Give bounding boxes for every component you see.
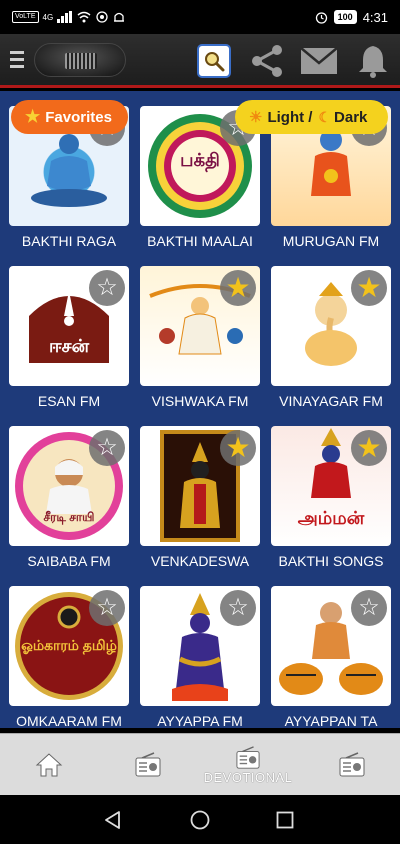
station-image: ஓம்காரம் தமிழ் ☆ xyxy=(9,586,129,706)
station-image: ☆ xyxy=(140,586,260,706)
nav-home[interactable] xyxy=(28,734,70,796)
radio-logo xyxy=(34,42,126,77)
station-name: AYYAPPAN TA xyxy=(284,713,378,728)
station-name: AYYAPPA FM xyxy=(157,713,243,728)
favorite-toggle[interactable]: ☆ xyxy=(351,590,387,626)
hamburger-icon[interactable] xyxy=(2,33,32,87)
clock: 4:31 xyxy=(362,9,388,25)
home-icon xyxy=(35,753,63,777)
share-icon xyxy=(252,45,282,77)
station-art-text: அம்மன் xyxy=(297,508,365,528)
app-header xyxy=(0,34,400,88)
radio-icon xyxy=(236,745,260,769)
signal-icon xyxy=(57,11,73,23)
wifi-icon xyxy=(77,11,91,23)
favorite-toggle[interactable]: ★ xyxy=(220,430,256,466)
search-button[interactable] xyxy=(197,44,231,78)
favorite-toggle[interactable]: ☆ xyxy=(89,270,125,306)
back-icon[interactable] xyxy=(104,811,122,829)
favorites-button[interactable]: ★ Favorites xyxy=(11,100,128,134)
station-name: VINAYAGAR FM xyxy=(279,393,383,409)
station-image: ★ xyxy=(271,266,391,386)
station-art-text: பக்தி xyxy=(180,150,220,170)
favorite-toggle[interactable]: ★ xyxy=(351,430,387,466)
station-tile[interactable]: ஓம்காரம் தமிழ் ☆ OMKAARAM FM xyxy=(9,586,129,728)
star-outline-icon: ☆ xyxy=(358,594,380,621)
alarm-bell-icon xyxy=(114,12,125,22)
system-nav-bar xyxy=(0,795,400,844)
station-name: VENKADESWA xyxy=(150,553,250,569)
nav-radio-2[interactable] xyxy=(332,734,372,796)
star-icon: ★ xyxy=(25,107,41,126)
star-filled-icon: ★ xyxy=(225,272,251,303)
star-outline-icon: ☆ xyxy=(96,594,118,621)
moon-icon: ☾ xyxy=(318,108,332,125)
status-left: VoLTE 4G xyxy=(12,10,125,24)
volte-indicator: VoLTE xyxy=(12,11,39,23)
station-tile[interactable]: அம்மன் ★ BAKTHI SONGS xyxy=(271,426,391,569)
sun-icon: ☀ xyxy=(249,109,263,126)
status-bar: VoLTE 4G 100 4:31 xyxy=(0,0,400,34)
status-right: 100 4:31 xyxy=(315,10,388,25)
star-outline-icon: ☆ xyxy=(96,434,118,461)
station-art-text: சீரடி சாயி xyxy=(43,510,95,524)
station-image: ★ xyxy=(140,266,260,386)
station-image: ☆ xyxy=(271,586,391,706)
station-tile[interactable]: ★ VISHWAKA FM xyxy=(140,266,260,409)
station-name: BAKTHI SONGS xyxy=(278,553,384,569)
bell-icon xyxy=(359,46,387,78)
nav-devotional-label: DEVOTIONAL xyxy=(203,769,293,785)
hotspot-icon xyxy=(96,11,108,23)
radio-icon xyxy=(339,752,365,777)
station-tile[interactable]: ★ VINAYAGAR FM xyxy=(271,266,391,409)
station-name: MURUGAN FM xyxy=(282,233,380,249)
station-tile[interactable]: ☆ AYYAPPA FM xyxy=(140,586,260,728)
station-art-text: ஓம்காரம் தமிழ் xyxy=(21,637,117,653)
station-name: VISHWAKA FM xyxy=(151,393,249,409)
station-tile[interactable]: ☆ AYYAPPAN TA xyxy=(271,586,391,728)
favorite-toggle[interactable]: ★ xyxy=(351,270,387,306)
station-art-text: ஈசன் xyxy=(48,336,90,356)
recents-icon[interactable] xyxy=(276,811,294,829)
radio-icon xyxy=(135,752,161,777)
favorite-toggle[interactable]: ☆ xyxy=(89,590,125,626)
favorite-toggle[interactable]: ☆ xyxy=(89,430,125,466)
favorites-label: Favorites xyxy=(45,108,112,126)
nav-radio-1[interactable] xyxy=(128,734,168,796)
stations-grid: ★ Favorites ☀ Light / ☾ Dark ☆ BAKTHI RA… xyxy=(0,91,400,728)
station-name: ESAN FM xyxy=(37,393,101,409)
station-name: BAKTHI RAGA xyxy=(21,233,117,249)
station-tile[interactable]: ஈசன் ☆ ESAN FM xyxy=(9,266,129,409)
station-tile[interactable]: ★ VENKADESWA xyxy=(140,426,260,569)
light-label: Light / xyxy=(267,108,313,126)
star-outline-icon: ☆ xyxy=(227,594,249,621)
station-image: அம்மன் ★ xyxy=(271,426,391,546)
station-image: ★ xyxy=(140,426,260,546)
mail-button[interactable] xyxy=(300,44,338,78)
search-icon xyxy=(205,52,225,72)
home-circle-icon[interactable] xyxy=(190,810,210,830)
station-tile[interactable]: சீரடி சாயி ☆ SAIBABA FM xyxy=(9,426,129,569)
station-name: OMKAARAM FM xyxy=(16,713,122,728)
star-filled-icon: ★ xyxy=(356,272,382,303)
mail-icon xyxy=(300,47,338,74)
theme-toggle-button[interactable]: ☀ Light / ☾ Dark xyxy=(235,100,388,134)
nav-devotional[interactable]: DEVOTIONAL xyxy=(196,734,300,796)
station-image: ஈசன் ☆ xyxy=(9,266,129,386)
dark-label: Dark xyxy=(334,108,368,126)
favorite-toggle[interactable]: ★ xyxy=(220,270,256,306)
station-name: SAIBABA FM xyxy=(27,553,111,569)
notifications-button[interactable] xyxy=(354,44,392,78)
favorite-toggle[interactable]: ☆ xyxy=(220,590,256,626)
bottom-nav: DEVOTIONAL xyxy=(0,733,400,795)
star-outline-icon: ☆ xyxy=(96,274,118,301)
alarm-clock-icon xyxy=(315,11,327,24)
network-type: 4G xyxy=(42,12,54,22)
share-button[interactable] xyxy=(248,44,286,78)
station-name: BAKTHI MAALAI xyxy=(147,233,253,249)
station-image: சீரடி சாயி ☆ xyxy=(9,426,129,546)
battery-level: 100 xyxy=(333,10,357,24)
star-filled-icon: ★ xyxy=(356,432,382,463)
star-filled-icon: ★ xyxy=(225,432,251,463)
